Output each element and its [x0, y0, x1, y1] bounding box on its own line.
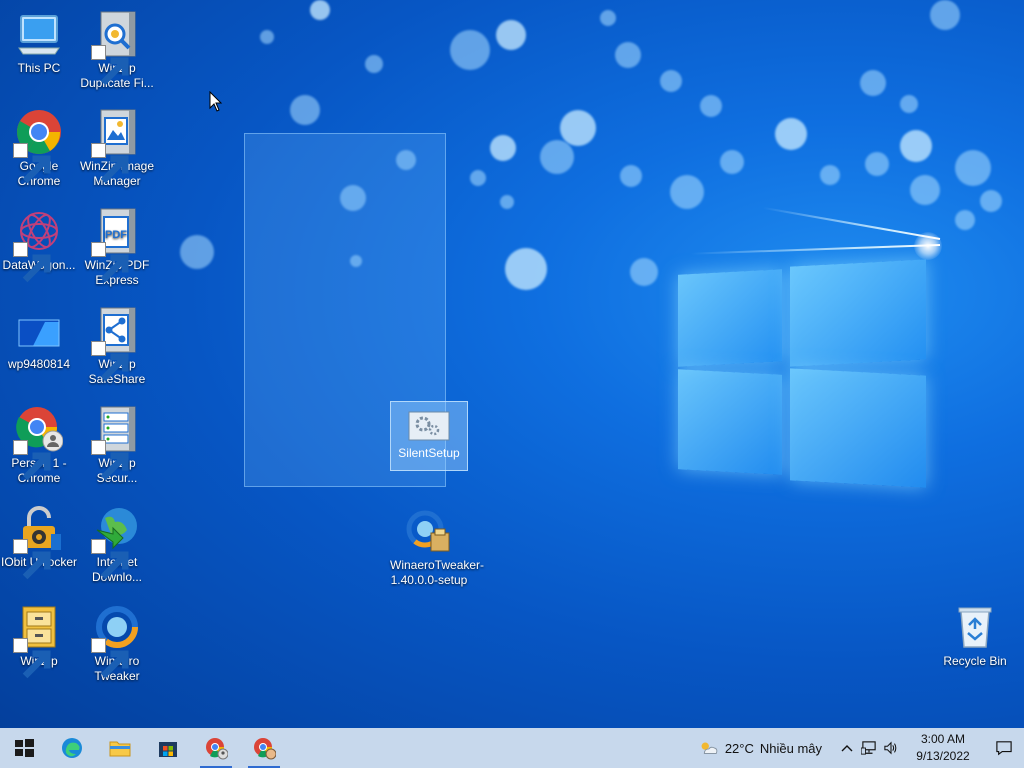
shortcut-arrow-icon — [91, 440, 129, 481]
setup-gear-icon — [407, 410, 451, 442]
desktop-icon-person-chrome[interactable]: Person 1 - Chrome — [0, 405, 78, 486]
chrome-profile-icon — [254, 738, 276, 760]
show-hidden-icons-chevron-icon[interactable] — [836, 728, 858, 768]
dragged-icon-silentsetup[interactable]: SilentSetup — [390, 401, 468, 471]
recycle-bin-icon — [951, 603, 999, 651]
image-file-icon — [15, 306, 63, 354]
shortcut-arrow-icon — [13, 638, 51, 679]
desktop-icon-winzip-image-manager[interactable]: WinZip Image Manager — [78, 108, 156, 189]
installer-icon — [405, 507, 453, 555]
desktop-icon-winzip-secure[interactable]: WinZip Secur... — [78, 405, 156, 486]
start-button[interactable] — [0, 728, 48, 768]
clock-date: 9/13/2022 — [916, 749, 970, 763]
svg-text:PDF: PDF — [105, 229, 127, 241]
volume-icon[interactable] — [880, 728, 902, 768]
winzip-cabinet-icon — [13, 603, 63, 679]
desktop-icon-recycle-bin[interactable]: Recycle Bin — [936, 603, 1014, 669]
desktop-icon-datawagon[interactable]: DataWagon... — [0, 207, 78, 283]
store-icon — [159, 742, 177, 757]
weather-temperature: 22°C — [724, 740, 754, 756]
partly-cloudy-icon — [701, 742, 718, 754]
desktop-icon-wp9480814[interactable]: wp9480814 — [0, 306, 78, 372]
shortcut-arrow-icon — [13, 242, 51, 283]
desktop-icon-winzip-duplicate[interactable]: WinZip Duplicate Fi... — [78, 10, 156, 91]
chrome-profile-icon — [206, 738, 228, 760]
clock[interactable]: 3:00 AM 9/13/2022 — [912, 731, 974, 765]
desktop-icon-winzip-pdf-express[interactable]: PDF WinZip PDF Express — [78, 207, 156, 288]
chrome-profile-icon — [13, 405, 63, 481]
padlock-icon — [13, 504, 63, 580]
shortcut-arrow-icon — [91, 242, 129, 283]
shortcut-arrow-icon — [91, 143, 129, 184]
taskbar-chrome-profile-1[interactable] — [192, 728, 240, 768]
icon-label: This PC — [17, 61, 61, 75]
icon-label: SilentSetup — [398, 446, 460, 460]
windows-start-icon — [15, 739, 34, 757]
icon-label: WinaeroTweaker-1.40.0.0-setup — [390, 558, 485, 587]
weather-description: Nhiều mây — [759, 740, 822, 756]
desktop-icon-iobit-unlocker[interactable]: IObit Unlocker — [0, 504, 78, 580]
desktop-icon-winzip-safeshare[interactable]: WinZip SafeShare — [78, 306, 156, 387]
datawagon-icon — [13, 207, 63, 283]
taskbar-microsoft-store[interactable] — [144, 728, 192, 768]
server-icon — [91, 405, 141, 481]
pdf-icon: PDF — [91, 207, 141, 283]
globe-download-icon — [91, 504, 141, 580]
desktop-icon-this-pc[interactable]: This PC — [0, 10, 78, 76]
share-icon — [91, 306, 141, 382]
system-tray: 22°C Nhiều mây 3:00 AM 9/13/2022 — [697, 728, 1024, 768]
weather-widget[interactable]: 22°C Nhiều mây — [697, 737, 822, 759]
desktop-icon-winzip[interactable]: WinZip — [0, 603, 78, 679]
desktop-icon-google-chrome[interactable]: Google Chrome — [0, 108, 78, 189]
notification-center-button[interactable] — [984, 728, 1024, 768]
winzip-duplicate-finder-icon — [91, 10, 141, 86]
icon-label: Recycle Bin — [943, 654, 1007, 668]
computer-icon — [15, 10, 63, 58]
desktop-icon-winaero-setup[interactable]: WinaeroTweaker-1.40.0.0-setup — [390, 507, 485, 588]
taskbar-file-explorer[interactable] — [96, 728, 144, 768]
icon-label: wp9480814 — [7, 357, 71, 371]
edge-icon — [62, 738, 82, 758]
notification-icon — [996, 741, 1012, 756]
shortcut-arrow-icon — [91, 638, 129, 679]
winaero-tweaker-icon — [91, 603, 141, 679]
shortcut-arrow-icon — [91, 539, 129, 580]
folder-icon — [109, 741, 131, 757]
shortcut-arrow-icon — [13, 440, 51, 481]
network-icon[interactable] — [858, 728, 880, 768]
clock-time: 3:00 AM — [920, 732, 966, 746]
chrome-icon — [13, 108, 63, 184]
winzip-image-manager-icon — [91, 108, 141, 184]
taskbar-chrome-profile-2[interactable] — [240, 728, 288, 768]
desktop-icon-winaero-tweaker[interactable]: Winaero Tweaker — [78, 603, 156, 684]
shortcut-arrow-icon — [13, 539, 51, 580]
mouse-pointer-icon — [209, 91, 223, 112]
desktop-icon-internet-download-manager[interactable]: Internet Downlo... — [78, 504, 156, 585]
shortcut-arrow-icon — [91, 341, 129, 382]
windows-logo-wallpaper — [678, 258, 928, 496]
shortcut-arrow-icon — [91, 45, 129, 86]
taskbar-edge[interactable] — [48, 728, 96, 768]
taskbar: 22°C Nhiều mây 3:00 AM 9/13/2022 — [0, 728, 1024, 768]
shortcut-arrow-icon — [13, 143, 51, 184]
